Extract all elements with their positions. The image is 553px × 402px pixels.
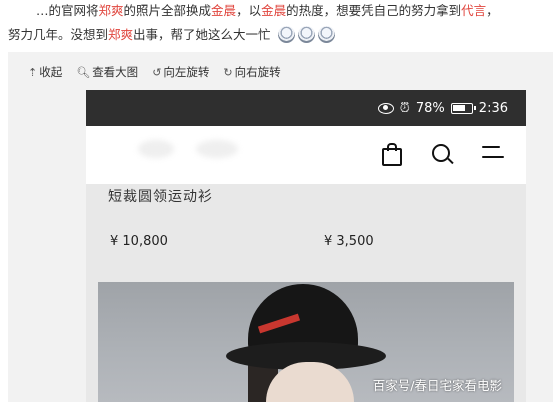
rotate-left-label: 向左旋转 — [163, 65, 210, 79]
collapse-label: 收起 — [39, 65, 63, 79]
rotate-right-icon: ↻ — [223, 65, 233, 79]
text-segment: …的官网将 — [36, 3, 99, 18]
price-1: ¥ 10,800 — [110, 234, 168, 249]
emoji-icon — [317, 26, 335, 43]
search-icon: 🔍︎ — [76, 65, 91, 79]
post-line-2: 努力几年。没想到郑爽出事，帮了她这么大一忙 — [8, 24, 335, 46]
text-segment: ，以 — [236, 3, 262, 18]
search-icon[interactable] — [432, 144, 450, 162]
menu-icon[interactable] — [482, 146, 504, 160]
emoji-icon — [277, 26, 295, 43]
text-segment: 的照片全部换成 — [123, 3, 212, 18]
price-2: ¥ 3,500 — [324, 234, 374, 249]
text-segment: 出事，帮了她这么大一忙 — [133, 27, 271, 42]
media-toolbar: ⇡ 收起 🔍︎ 查看大图 ↺ 向左旋转 ↻ 向右旋转 — [28, 64, 281, 80]
text-segment: 努力几年。没想到 — [8, 27, 109, 42]
alarm-icon: ⏰︎ — [399, 100, 410, 116]
collapse-icon: ⇡ — [28, 65, 38, 79]
rotate-right-button[interactable]: ↻ 向右旋转 — [223, 64, 280, 80]
blurred-logo — [138, 140, 174, 158]
emoji-icon — [297, 26, 315, 43]
battery-icon — [450, 102, 476, 114]
rotate-right-label: 向右旋转 — [234, 65, 281, 79]
app-header — [86, 126, 526, 184]
status-time: 2:36 — [478, 100, 508, 116]
rotate-left-button[interactable]: ↺ 向左旋转 — [152, 64, 209, 80]
text-segment: 的热度，想要凭自己的努力拿到 — [286, 3, 462, 18]
media-viewer: ⇡ 收起 🔍︎ 查看大图 ↺ 向左旋转 ↻ 向右旋转 ⏰︎ 78% 2:36 短… — [8, 52, 553, 402]
product-photo[interactable]: 百家号/春日宅家看电影 — [98, 282, 514, 402]
collapse-button[interactable]: ⇡ 收起 — [28, 64, 62, 80]
highlight-name[interactable]: 金晨 — [211, 3, 236, 18]
status-bar: ⏰︎ 78% 2:36 — [86, 90, 526, 126]
post-line-1: …的官网将郑爽的照片全部换成金晨，以金晨的热度，想要凭自己的努力拿到代言， — [36, 0, 499, 22]
blurred-logo — [196, 140, 238, 158]
phone-screenshot[interactable]: ⏰︎ 78% 2:36 短裁圆领运动衫 ¥ 10,800 ¥ 3,500 百家号… — [86, 90, 526, 402]
battery-percent: 78% — [415, 100, 445, 116]
highlight-name[interactable]: 金晨 — [261, 3, 286, 18]
watermark: 百家号/春日宅家看电影 — [372, 378, 502, 393]
text-segment: ， — [486, 3, 499, 18]
view-large-button[interactable]: 🔍︎ 查看大图 — [76, 64, 138, 80]
view-large-label: 查看大图 — [92, 65, 139, 79]
highlight-name[interactable]: 郑爽 — [99, 3, 124, 18]
eye-icon — [377, 102, 394, 114]
highlight-keyword[interactable]: 代言 — [461, 3, 486, 18]
highlight-name[interactable]: 郑爽 — [108, 27, 133, 42]
shopping-bag-icon[interactable] — [382, 143, 402, 166]
rotate-left-icon: ↺ — [152, 65, 162, 79]
product-title: 短裁圆领运动衫 — [108, 189, 213, 205]
